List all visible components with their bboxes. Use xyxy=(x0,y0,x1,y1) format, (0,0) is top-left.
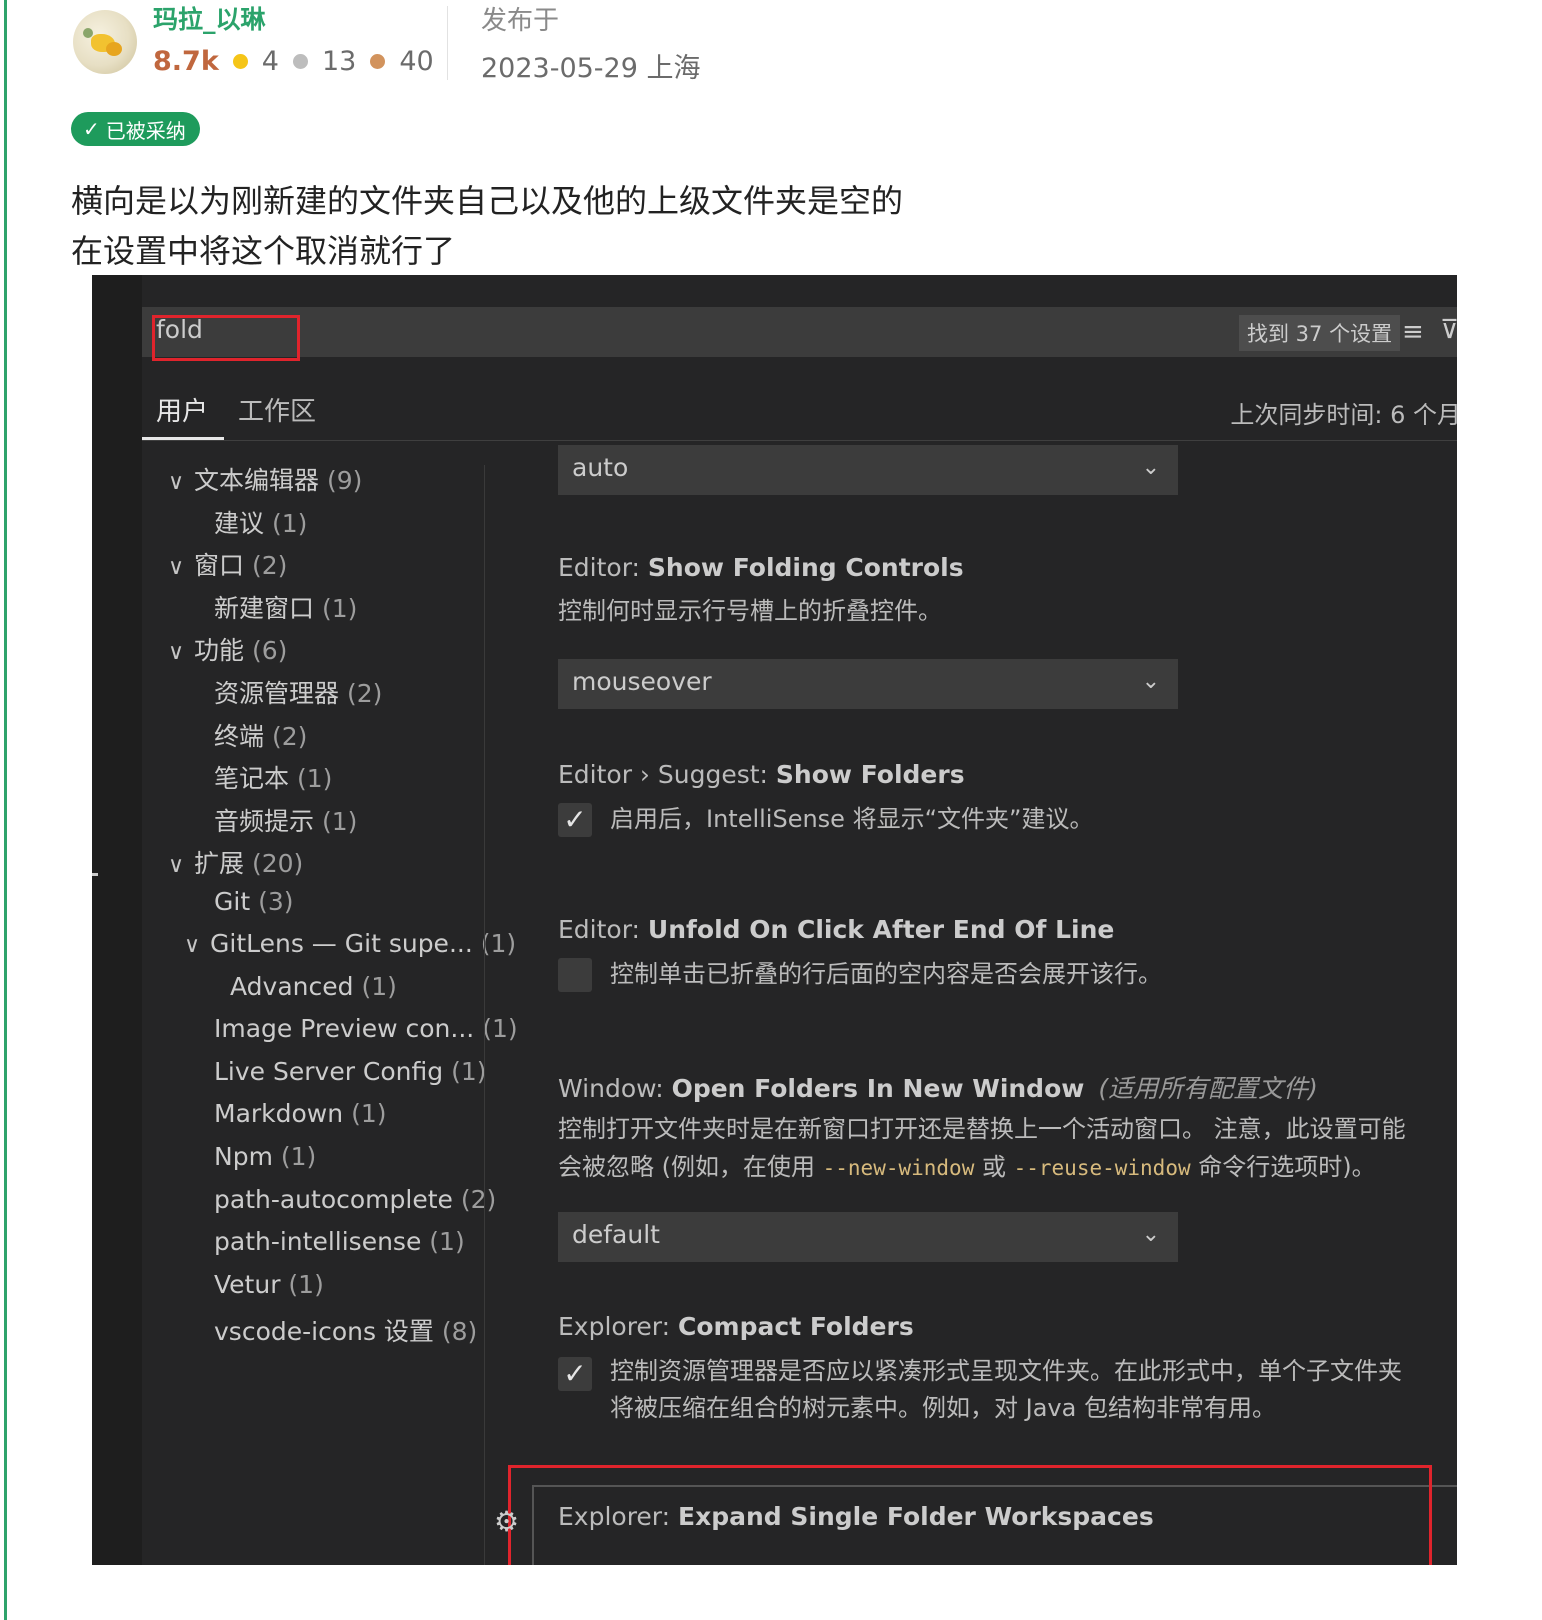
gold-badge-count: 4 xyxy=(261,46,279,77)
toc-item-git[interactable]: Git (3) xyxy=(214,887,294,916)
setting-desc: 控制何时显示行号槽上的折叠控件。 xyxy=(558,597,942,625)
setting-title-open-folders-new-window: Window: Open Folders In New Window (适用所有配… xyxy=(558,1074,1318,1103)
compact-folders-checkbox[interactable]: ✓ xyxy=(558,1357,592,1391)
toc-item-new-window[interactable]: 新建窗口 (1) xyxy=(214,589,357,625)
silver-badge-count: 13 xyxy=(321,46,357,77)
answer-line: 横向是以为刚新建的文件夹自己以及他的上级文件夹是空的 xyxy=(71,182,904,220)
setting-dropdown-default[interactable]: default ⌄ xyxy=(558,1212,1178,1262)
tab-user[interactable]: 用户 xyxy=(156,391,208,428)
chevron-down-icon: ∨ xyxy=(168,853,185,878)
toc-item-npm[interactable]: Npm (1) xyxy=(214,1142,316,1171)
toc-item-gitlens[interactable]: ∨ GitLens — Git supe... (1) xyxy=(184,929,516,958)
toc-item-audio-cues[interactable]: 音频提示 (1) xyxy=(214,802,357,838)
answer-text: 横向是以为刚新建的文件夹自己以及他的上级文件夹是空的 在设置中将这个取消就行了 xyxy=(71,176,903,276)
header-divider xyxy=(447,6,448,80)
setting-title-compact-folders: Explorer: Compact Folders xyxy=(558,1312,914,1341)
toc-item-markdown[interactable]: Markdown (1) xyxy=(214,1099,386,1128)
chevron-down-icon: ⌄ xyxy=(1141,1222,1160,1247)
setting-desc: 启用后，IntelliSense 将显示“文件夹”建议。 xyxy=(610,805,1094,833)
answer-card: 玛拉_以琳 8.7k 4 13 40 发布于 2023-05-29 上海 ✓ 已… xyxy=(4,0,1540,1620)
toc-item-extensions[interactable]: ∨ 扩展 (20) xyxy=(168,844,303,880)
toc-item-suggest[interactable]: 建议 (1) xyxy=(214,504,307,540)
answer-header: 玛拉_以琳 8.7k 4 13 40 发布于 2023-05-29 上海 xyxy=(73,5,1273,84)
answer-line: 在设置中将这个取消就行了 xyxy=(71,232,456,270)
toc-item-path-intellisense[interactable]: path-intellisense (1) xyxy=(214,1227,465,1256)
setting-title-unfold-on-click: Editor: Unfold On Click After End Of Lin… xyxy=(558,915,1115,944)
setting-desc: 控制资源管理器是否应以紧凑形式呈现文件夹。在此形式中，单个子文件夹 xyxy=(610,1357,1402,1385)
unfold-on-click-checkbox[interactable] xyxy=(558,958,592,992)
panel-divider xyxy=(484,465,485,1565)
show-folders-checkbox[interactable]: ✓ xyxy=(558,803,592,837)
accepted-badge: ✓ 已被采纳 xyxy=(71,112,200,146)
chevron-down-icon: ⌄ xyxy=(1141,455,1160,480)
chevron-down-icon: ∨ xyxy=(168,640,185,665)
toc-item-features[interactable]: ∨ 功能 (6) xyxy=(168,631,287,667)
chevron-down-icon: ∨ xyxy=(184,933,201,958)
posted-label: 发布于 xyxy=(481,6,560,36)
search-highlight-box xyxy=(152,315,300,361)
tab-workspace[interactable]: 工作区 xyxy=(238,391,316,428)
toc-item-advanced[interactable]: Advanced (1) xyxy=(230,972,397,1001)
posted-date: 2023-05-29 上海 xyxy=(481,53,701,84)
edge-mark xyxy=(92,873,98,876)
activity-strip xyxy=(92,275,142,1565)
gold-badge-icon xyxy=(232,54,248,69)
settings-search-bar[interactable]: fold 找到 37 个设置 ≡ ⊽ xyxy=(142,307,1457,361)
vscode-settings-screenshot: fold 找到 37 个设置 ≡ ⊽ 用户 工作区 上次同步时间: 6 个月 ∨… xyxy=(92,275,1457,1565)
setting-title-show-folders: Editor › Suggest: Show Folders xyxy=(558,760,965,789)
chevron-down-icon: ∨ xyxy=(168,470,185,495)
results-count-badge: 找到 37 个设置 xyxy=(1239,315,1401,351)
toc-item-window[interactable]: ∨ 窗口 (2) xyxy=(168,546,287,582)
toc-item-live-server[interactable]: Live Server Config (1) xyxy=(214,1057,487,1086)
user-reputation: 8.7k 4 13 40 xyxy=(153,46,448,77)
toc-item-vetur[interactable]: Vetur (1) xyxy=(214,1270,324,1299)
setting-desc: 控制打开文件夹时是在新窗口打开还是替换上一个活动窗口。 注意，此设置可能 xyxy=(558,1115,1406,1143)
filter-icon[interactable]: ⊽ xyxy=(1440,315,1457,345)
toc-item-terminal[interactable]: 终端 (2) xyxy=(214,717,307,753)
chevron-down-icon: ⌄ xyxy=(1141,669,1160,694)
fame-value: 8.7k xyxy=(153,46,219,77)
bronze-badge-count: 40 xyxy=(399,46,434,77)
toc-item-vscode-icons[interactable]: vscode-icons 设置 (8) xyxy=(214,1312,477,1348)
setting-dropdown-mouseover[interactable]: mouseover ⌄ xyxy=(558,659,1178,709)
username-link[interactable]: 玛拉_以琳 xyxy=(153,0,266,36)
setting-title-show-folding-controls: Editor: Show Folding Controls xyxy=(558,553,964,582)
check-icon: ✓ xyxy=(83,117,100,141)
chevron-down-icon: ∨ xyxy=(168,555,185,580)
bronze-badge-icon xyxy=(370,54,386,69)
toc-item-notebook[interactable]: 笔记本 (1) xyxy=(214,759,332,795)
setting-dropdown-auto[interactable]: auto ⌄ xyxy=(558,445,1178,495)
silver-badge-icon xyxy=(292,54,308,69)
toc-item-path-autocomplete[interactable]: path-autocomplete (2) xyxy=(214,1185,496,1214)
clear-filter-list-icon[interactable]: ≡ xyxy=(1402,317,1424,347)
gear-icon[interactable]: ⚙ xyxy=(494,1505,519,1538)
setting-title-expand-single-folder: Explorer: Expand Single Folder Workspace… xyxy=(558,1502,1154,1531)
toc-item-image-preview[interactable]: Image Preview con... (1) xyxy=(214,1014,518,1043)
setting-desc: 控制单击已折叠的行后面的空内容是否会展开该行。 xyxy=(610,960,1162,988)
last-sync-label: 上次同步时间: 6 个月 xyxy=(1230,401,1457,429)
toc-item-text-editor[interactable]: ∨ 文本编辑器 (9) xyxy=(168,461,362,497)
active-tab-indicator xyxy=(142,437,224,440)
setting-desc: 将被压缩在组合的树元素中。例如，对 Java 包结构非常有用。 xyxy=(610,1394,1276,1422)
setting-desc: 会被忽略 (例如，在使用 --new-window 或 --reuse-wind… xyxy=(558,1153,1376,1181)
avatar[interactable] xyxy=(73,10,137,74)
toc-item-explorer[interactable]: 资源管理器 (2) xyxy=(214,674,382,710)
settings-scope-tabs: 用户 工作区 上次同步时间: 6 个月 xyxy=(142,385,1457,441)
accepted-label: 已被采纳 xyxy=(105,118,186,143)
